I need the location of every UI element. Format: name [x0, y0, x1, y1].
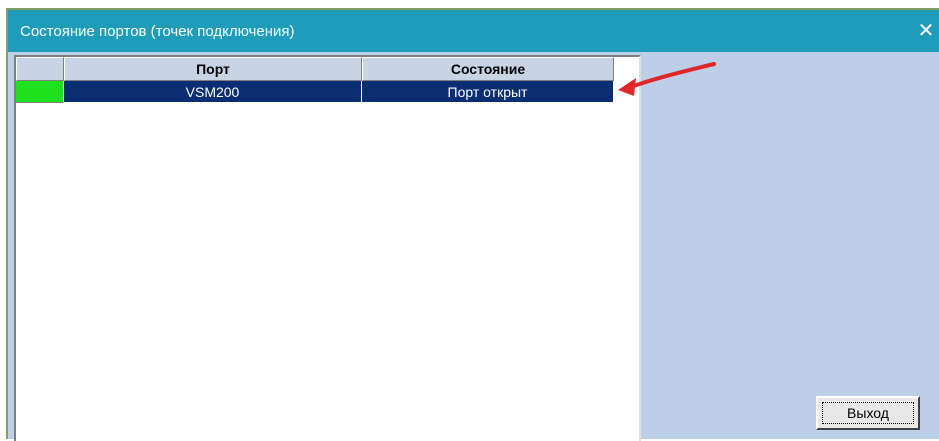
window-title: Состояние портов (точек подключения) [20, 23, 295, 40]
column-header-port[interactable]: Порт [64, 57, 362, 81]
ports-table[interactable]: Порт Состояние VSM200 Порт открыт [14, 55, 641, 441]
red-arrow-icon [618, 62, 716, 96]
port-status-dialog: Состояние портов (точек подключения) ✕ П… [6, 8, 939, 441]
table-header: Порт Состояние [16, 57, 614, 81]
status-indicator [16, 81, 64, 103]
table-row[interactable]: VSM200 Порт открыт [16, 81, 614, 103]
exit-button[interactable]: Выход [816, 396, 920, 430]
column-header-status[interactable] [16, 57, 64, 81]
port-cell[interactable]: VSM200 [64, 81, 362, 103]
column-header-state[interactable]: Состояние [362, 57, 614, 81]
title-bar[interactable]: Состояние портов (точек подключения) ✕ [8, 10, 939, 52]
close-icon[interactable]: ✕ [913, 10, 939, 52]
state-cell[interactable]: Порт открыт [362, 81, 614, 103]
exit-button-label: Выход [822, 402, 914, 424]
